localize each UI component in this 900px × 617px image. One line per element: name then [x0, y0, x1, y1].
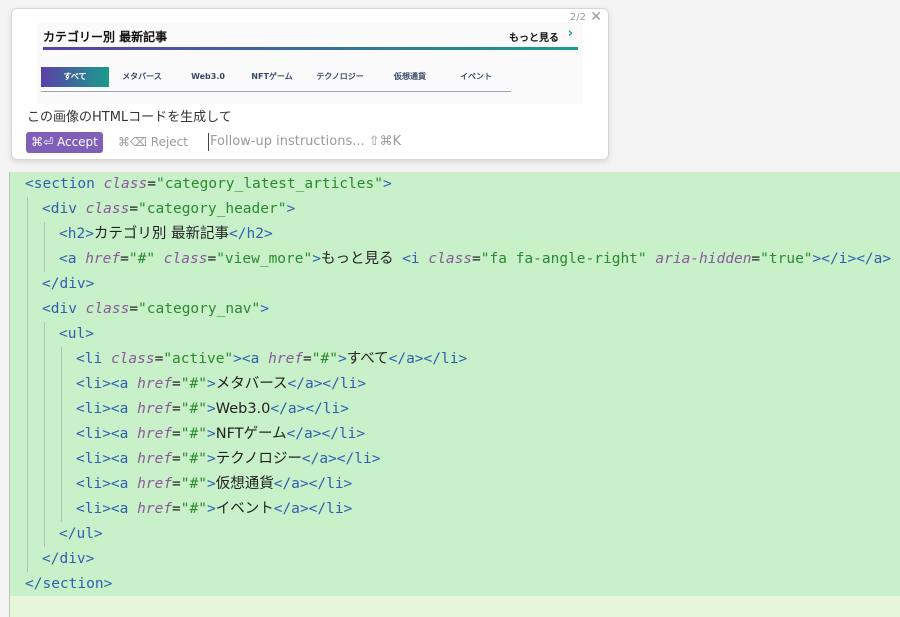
code-line-10: <li><a href="#">Web3.0</a></li> [76, 401, 349, 417]
code-editor[interactable]: <section class="category_latest_articles… [0, 172, 900, 617]
code-nav-item: 仮想通貨 [215, 476, 274, 492]
close-icon[interactable]: ✕ [590, 9, 602, 25]
chevron-right-icon: › [567, 26, 573, 41]
code-nav-item: イベント [215, 501, 274, 517]
code-line-6: <div class="category_nav"> [42, 301, 269, 317]
thumb-tab: メタバース [122, 72, 162, 81]
thumb-category-nav: すべて メタバース Web3.0 NFTゲーム テクノロジー 仮想通貨 イベント [41, 67, 511, 92]
reject-button[interactable]: ⌘⌫ Reject [118, 135, 188, 149]
code-nav-item: NFTゲーム [215, 426, 287, 442]
thumb-more-link: もっと見る [509, 33, 559, 44]
code-line-15: </ul> [59, 526, 103, 542]
code-line-7: <ul> [59, 326, 94, 342]
prompt-text: この画像のHTMLコードを生成して [27, 110, 232, 125]
accept-button[interactable]: ⌘⏎ Accept [26, 132, 103, 153]
code-line-14: <li><a href="#">イベント</a></li> [76, 501, 353, 517]
code-nav-item: メタバース [215, 376, 288, 392]
code-line-1: <section class="category_latest_articles… [25, 176, 392, 192]
diff-added-block: <section class="category_latest_articles… [10, 172, 900, 596]
code-line-4: <a href="#" class="view_more">もっと見る <i c… [59, 251, 892, 267]
code-line-8: <li class="active"><a href="#">すべて</a></… [76, 351, 468, 367]
code-nav-item: Web3.0 [215, 401, 271, 417]
code-nav-item: すべて [346, 351, 389, 367]
thumb-tab: Web3.0 [191, 72, 225, 81]
code-h2-text: カテゴリ別 最新記事 [93, 226, 230, 242]
thumb-tab: 仮想通貨 [394, 72, 426, 81]
code-line-9: <li><a href="#">メタバース</a></li> [76, 376, 367, 392]
inline-edit-popup: 2/2 ✕ カテゴリー別 最新記事 もっと見る › すべて メタバース Web3… [11, 8, 609, 160]
thumb-gradient-bar [43, 47, 578, 50]
code-line-11: <li><a href="#">NFTゲーム</a></li> [76, 426, 366, 442]
diff-tail [10, 596, 900, 617]
code-line-17: </section> [25, 576, 113, 592]
code-line-2: <div class="category_header"> [42, 201, 296, 217]
followup-input[interactable]: Follow-up instructions... ⇧⌘K [208, 133, 401, 151]
thumb-tab: テクノロジー [316, 72, 364, 81]
code-line-3: <h2>カテゴリ別 最新記事</h2> [59, 226, 273, 242]
code-line-16: </div> [42, 551, 95, 567]
thumb-title: カテゴリー別 最新記事 [43, 30, 168, 44]
code-line-12: <li><a href="#">テクノロジー</a></li> [76, 451, 381, 467]
thumb-tab-active: すべて [41, 67, 109, 87]
code-view-more-text: もっと見る [320, 251, 394, 267]
code-line-5: </div> [42, 276, 95, 292]
thumb-tab: NFTゲーム [251, 72, 293, 81]
code-nav-item: テクノロジー [215, 451, 302, 467]
code-line-13: <li><a href="#">仮想通貨</a></li> [76, 476, 353, 492]
attached-image-thumbnail[interactable]: カテゴリー別 最新記事 もっと見る › すべて メタバース Web3.0 NFT… [37, 22, 583, 104]
thumb-tab: イベント [460, 72, 492, 81]
